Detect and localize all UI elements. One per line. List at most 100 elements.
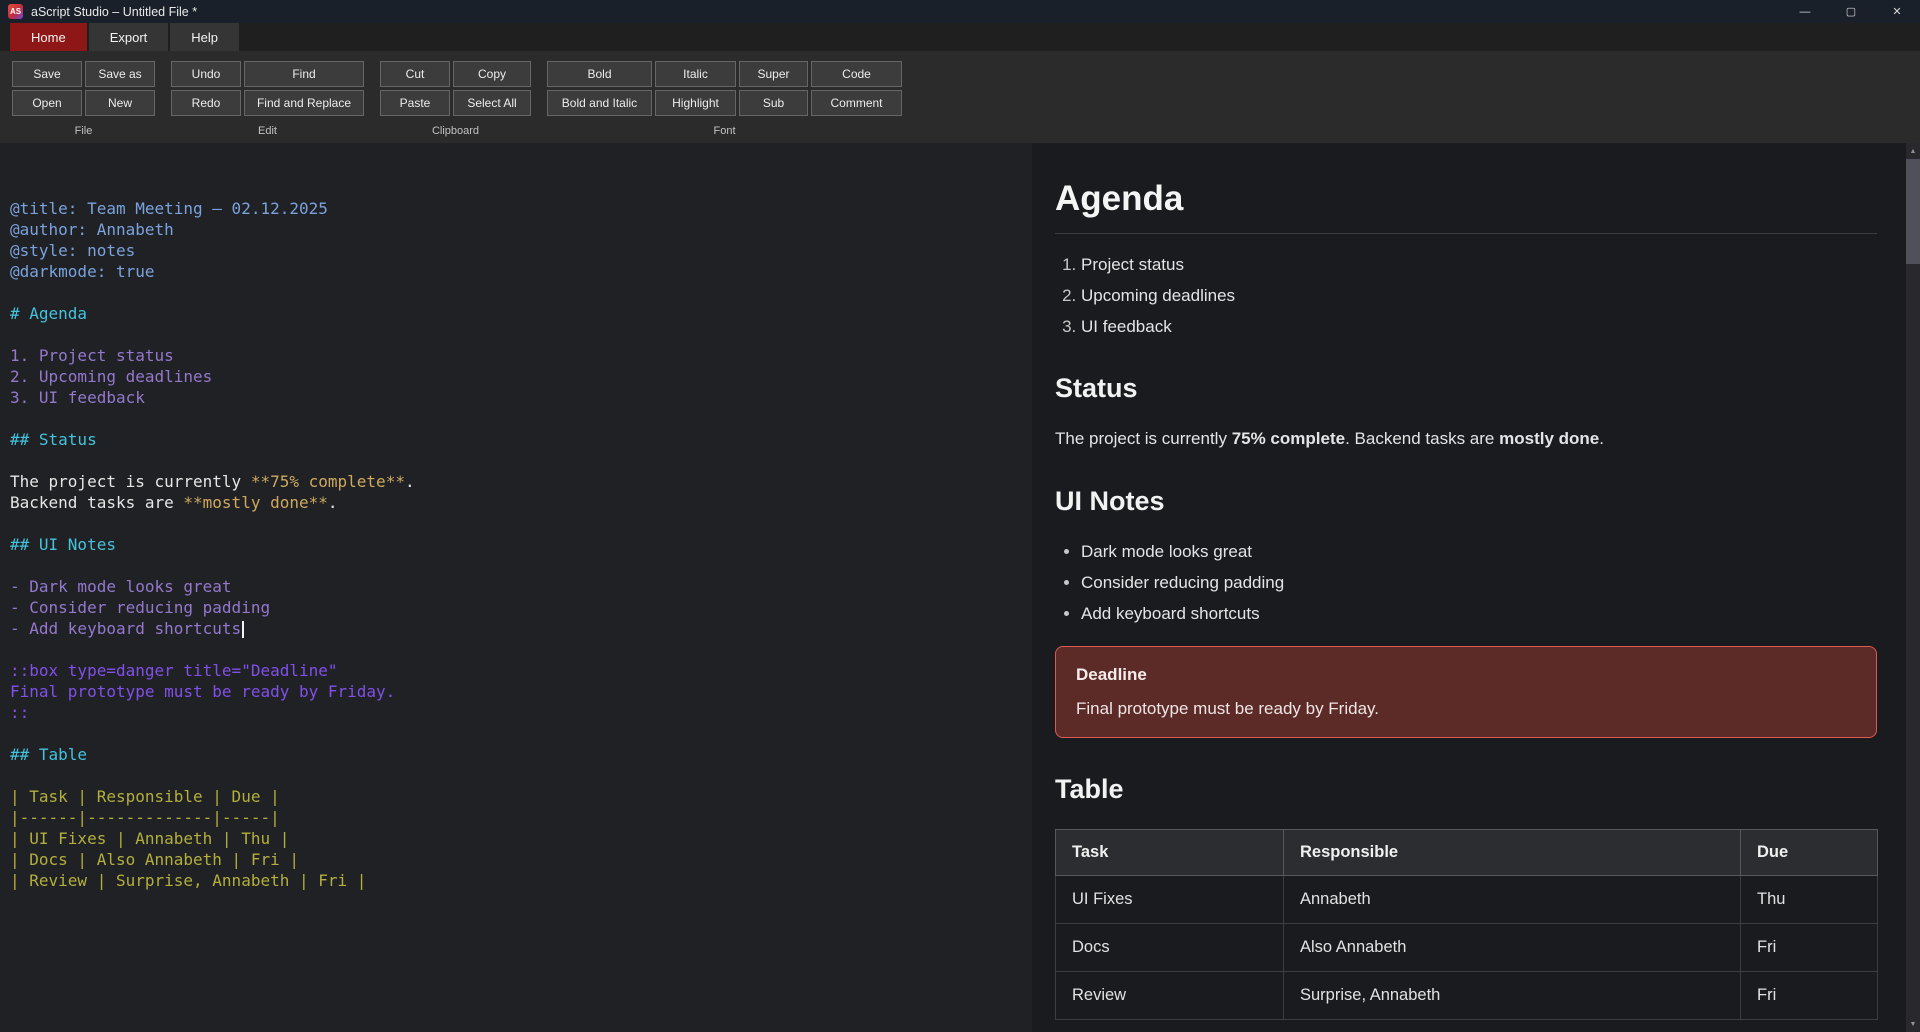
table-cell: Fri	[1741, 972, 1878, 1020]
preview-heading-table: Table	[1055, 774, 1877, 805]
table-cell: Review	[1056, 972, 1284, 1020]
ribbon-column: Undo Redo	[171, 61, 241, 116]
bold-text: mostly done	[1499, 429, 1599, 448]
code-segment-list: - Consider reducing padding	[10, 598, 270, 617]
code-segment-meta: @darkmode: true	[10, 262, 155, 281]
agenda-item: Project status	[1081, 254, 1877, 275]
preview-heading-status: Status	[1055, 373, 1877, 404]
agenda-list: Project status Upcoming deadlines UI feedb…	[1055, 254, 1877, 337]
preview-scrollbar[interactable]: ▲ ▼	[1906, 143, 1920, 1032]
code-button[interactable]: Code	[811, 61, 902, 87]
ribbon-group-label: File	[12, 125, 155, 137]
agenda-item: UI feedback	[1081, 316, 1877, 337]
editor-line: @style: notes	[10, 240, 1032, 261]
ribbon-group-columns: Cut PasteCopy Select All	[380, 61, 531, 116]
editor-line: ## Table	[10, 744, 1032, 765]
code-segment-table: | Review | Surprise, Annabeth | Fri |	[10, 871, 366, 890]
ribbon-group-label: Edit	[171, 125, 364, 137]
editor-line: Backend tasks are **mostly done**.	[10, 492, 1032, 513]
ribbon-group-columns: Undo RedoFind Find and Replace	[171, 61, 364, 116]
new-button[interactable]: New	[85, 90, 155, 116]
editor-line	[10, 513, 1032, 534]
code-segment-text: Backend tasks are	[10, 493, 183, 512]
scrollbar-thumb[interactable]	[1906, 159, 1920, 264]
copy-button[interactable]: Copy	[453, 61, 531, 87]
select-all-button[interactable]: Select All	[453, 90, 531, 116]
scroll-up-icon[interactable]: ▲	[1906, 144, 1920, 158]
code-segment-text: .	[328, 493, 338, 512]
sub-button[interactable]: Sub	[739, 90, 808, 116]
paste-button[interactable]: Paste	[380, 90, 450, 116]
code-segment-table: | UI Fixes | Annabeth | Thu |	[10, 829, 289, 848]
ribbon-group-clipboard: CutPasteCopySelect AllClipboard	[380, 61, 531, 143]
editor-line	[10, 765, 1032, 786]
code-segment-list: 1. Project status	[10, 346, 174, 365]
tab-home[interactable]: Home	[10, 23, 87, 51]
editor-pane[interactable]: @title: Team Meeting – 02.12.2025@author…	[0, 143, 1032, 1032]
agenda-item: Upcoming deadlines	[1081, 285, 1877, 306]
code-segment-meta: @style: notes	[10, 241, 135, 260]
title-bar: AS aScript Studio – Untitled File * — ▢ …	[0, 0, 1920, 23]
ribbon: Save OpenSave as New File Undo RedoFind Find a…	[0, 51, 1920, 143]
heading-divider	[1055, 233, 1877, 234]
ribbon-column: Save Open	[12, 61, 82, 116]
italic-button[interactable]: Italic	[655, 61, 736, 87]
ribbon-group-font: BoldBold and ItalicItalicHighlightSuperS…	[547, 61, 902, 143]
editor-line: |------|-------------|-----|	[10, 807, 1032, 828]
code-segment-list: 2. Upcoming deadlines	[10, 367, 212, 386]
danger-box-title: Deadline	[1076, 665, 1856, 685]
ui-notes-list: Dark mode looks greatConsider reducing p…	[1055, 541, 1877, 624]
tab-help[interactable]: Help	[170, 23, 239, 51]
editor-line: - Consider reducing padding	[10, 597, 1032, 618]
code-segment-table: | Task | Responsible | Due |	[10, 787, 280, 806]
maximize-button[interactable]: ▢	[1828, 0, 1874, 23]
minimize-button[interactable]: —	[1782, 0, 1828, 23]
editor-line: The project is currently **75% complete*…	[10, 471, 1032, 492]
editor-line: ::box type=danger title="Deadline"	[10, 660, 1032, 681]
app-window: AS aScript Studio – Untitled File * — ▢ …	[0, 0, 1920, 1032]
ribbon-group-edit: Undo RedoFind Find and Replace Edit	[171, 61, 364, 143]
redo-button[interactable]: Redo	[171, 90, 241, 116]
editor-line: | Task | Responsible | Due |	[10, 786, 1032, 807]
code-segment-list: - Add keyboard shortcuts	[10, 619, 241, 638]
table-cell: Thu	[1741, 876, 1878, 924]
table-header-row: TaskResponsibleDue	[1056, 830, 1878, 876]
close-button[interactable]: ✕	[1874, 0, 1920, 23]
code-segment-box: ::box type=danger title="Deadline"	[10, 661, 338, 680]
undo-button[interactable]: Undo	[171, 61, 241, 87]
open-button[interactable]: Open	[12, 90, 82, 116]
code-segment-table: |------|-------------|-----|	[10, 808, 280, 827]
table-row: ReviewSurprise, AnnabethFri	[1056, 972, 1878, 1020]
save-as-button[interactable]: Save as	[85, 61, 155, 87]
table-row: DocsAlso AnnabethFri	[1056, 924, 1878, 972]
code-segment-meta: @author: Annabeth	[10, 220, 174, 239]
code-segment-text: The project is currently	[10, 472, 251, 491]
find-and-replace-button[interactable]: Find and Replace	[244, 90, 364, 116]
scroll-down-icon[interactable]: ▼	[1906, 1017, 1920, 1031]
ribbon-column: Bold Bold and Italic	[547, 61, 652, 116]
editor-line: 2. Upcoming deadlines	[10, 366, 1032, 387]
super-button[interactable]: Super	[739, 61, 808, 87]
ribbon-column: Cut Paste	[380, 61, 450, 116]
plain-text: The project is currently	[1055, 429, 1232, 448]
code-segment-box: Final prototype must be ready by Friday.	[10, 682, 395, 701]
ribbon-column: Super Sub	[739, 61, 808, 116]
preview-heading-ui-notes: UI Notes	[1055, 486, 1877, 517]
window-controls: — ▢ ✕	[1782, 0, 1920, 23]
bold-and-italic-button[interactable]: Bold and Italic	[547, 90, 652, 116]
editor-line	[10, 723, 1032, 744]
highlight-button[interactable]: Highlight	[655, 90, 736, 116]
table-cell: Annabeth	[1284, 876, 1741, 924]
cut-button[interactable]: Cut	[380, 61, 450, 87]
comment-button[interactable]: Comment	[811, 90, 902, 116]
save-button[interactable]: Save	[12, 61, 82, 87]
bold-button[interactable]: Bold	[547, 61, 652, 87]
deadline-danger-box: Deadline Final prototype must be ready b…	[1055, 646, 1877, 738]
find-button[interactable]: Find	[244, 61, 364, 87]
ribbon-group-file: Save OpenSave as New File	[12, 61, 155, 143]
tab-export[interactable]: Export	[89, 23, 169, 51]
editor-line: | Review | Surprise, Annabeth | Fri |	[10, 870, 1032, 891]
tab-bar: HomeExportHelp	[0, 23, 1920, 51]
main-split: @title: Team Meeting – 02.12.2025@author…	[0, 143, 1920, 1032]
editor-line: | UI Fixes | Annabeth | Thu |	[10, 828, 1032, 849]
